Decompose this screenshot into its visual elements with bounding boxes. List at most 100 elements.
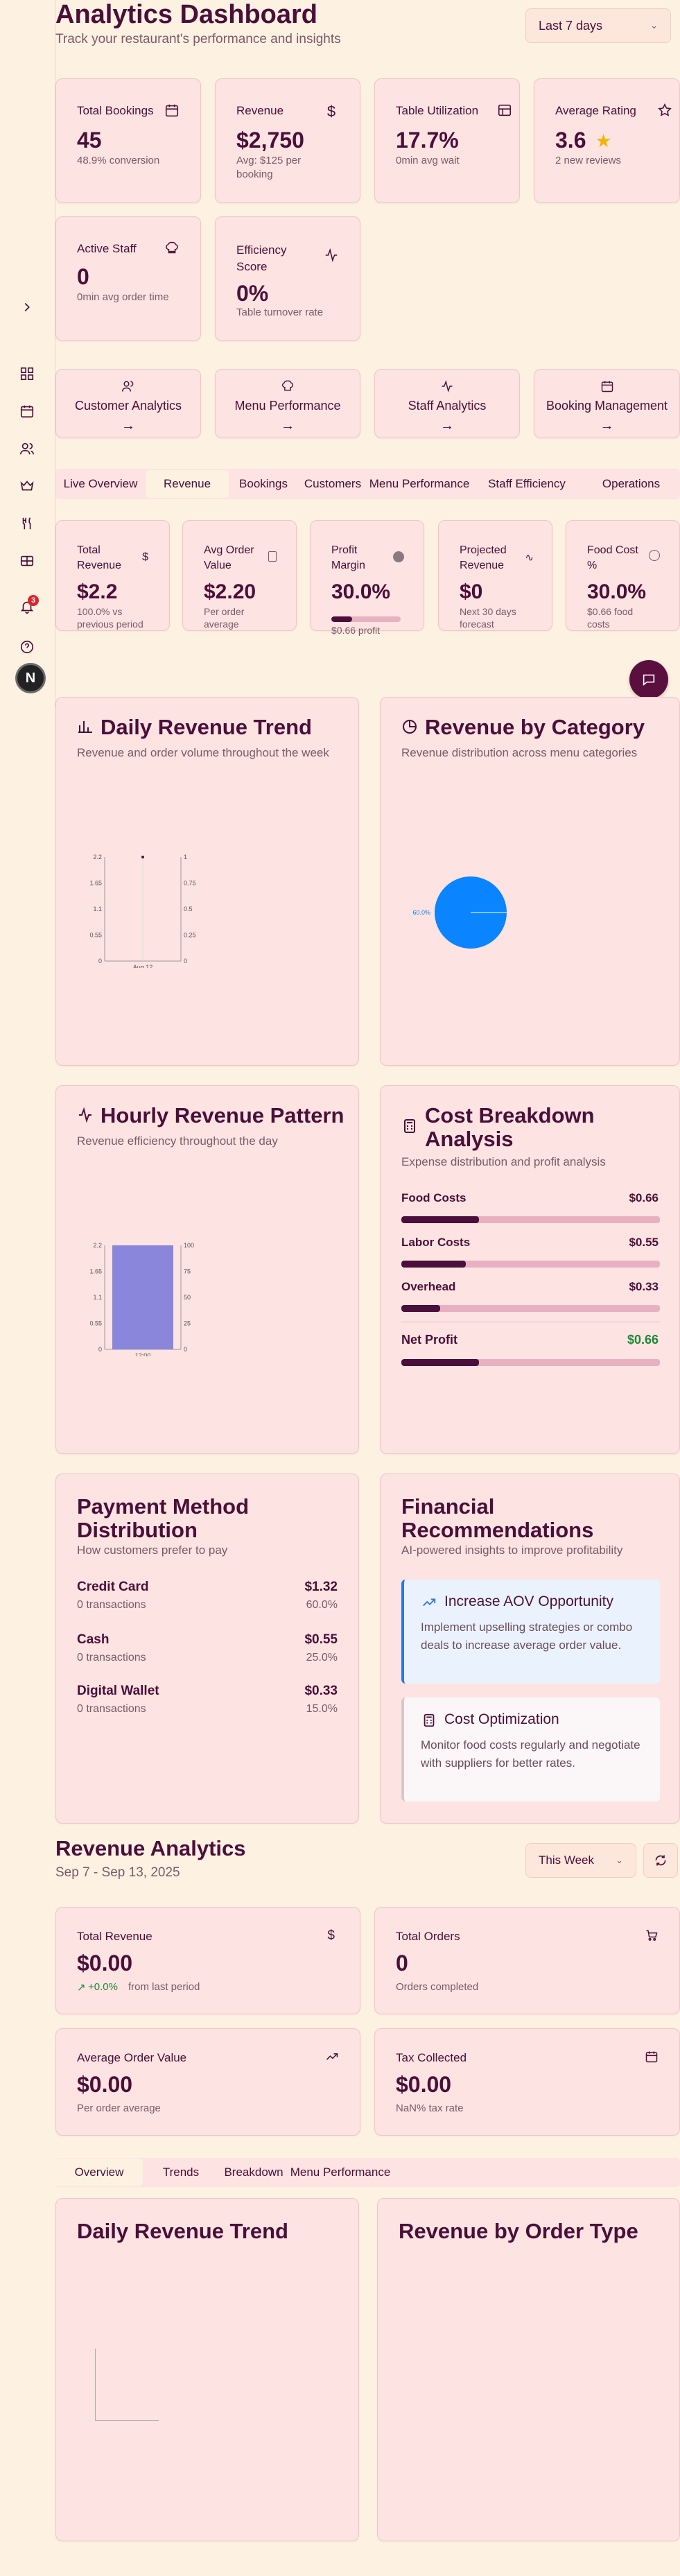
table-icon bbox=[497, 103, 512, 118]
payment-method-amount: $0.55 bbox=[304, 1632, 338, 1647]
kpi-title: Efficiency Score bbox=[236, 243, 287, 273]
utensils-icon[interactable] bbox=[18, 515, 36, 533]
target-icon bbox=[393, 551, 404, 562]
cost-row-value: $0.55 bbox=[629, 1236, 659, 1249]
tab-operations[interactable]: Operations bbox=[582, 470, 680, 498]
kpi-value: $2.20 bbox=[204, 580, 256, 603]
panel-subtitle: Revenue efficiency throughout the day bbox=[77, 1134, 278, 1148]
y-tick-left: 0.55 bbox=[89, 932, 102, 939]
tab-menu-performance-2[interactable]: Menu Performance bbox=[288, 2159, 392, 2186]
kpi-value: $0 bbox=[460, 580, 483, 603]
tab-menu-performance[interactable]: Menu Performance bbox=[367, 470, 471, 498]
table-nav-icon[interactable] bbox=[18, 552, 36, 570]
daily-revenue-chart: 0 0.55 1.1 1.65 2.2 0 0.25 0.5 0.75 1 Aug 12 bbox=[89, 854, 195, 968]
tab-overview[interactable]: Overview bbox=[55, 2159, 143, 2186]
users-nav-icon[interactable] bbox=[18, 440, 36, 458]
y-tick-right: 50 bbox=[184, 1294, 191, 1301]
tab-staff-efficiency[interactable]: Staff Efficiency bbox=[471, 470, 582, 498]
period-select[interactable]: This Week ⌄ bbox=[525, 1843, 636, 1878]
recommendation-title: Cost Optimization bbox=[444, 1711, 559, 1727]
kpi-sub: 100.0% vs previous period bbox=[77, 606, 143, 630]
payment-method-name: Credit Card bbox=[77, 1580, 149, 1594]
net-profit-bar bbox=[401, 1359, 660, 1366]
trending-up-icon bbox=[423, 1598, 436, 1607]
calculator-icon bbox=[424, 1713, 435, 1727]
panel-title: Payment Method Distribution bbox=[77, 1494, 250, 1542]
period-value: This Week bbox=[539, 1853, 594, 1867]
refresh-button[interactable] bbox=[643, 1843, 678, 1878]
trend-up-icon: ↗ bbox=[77, 1982, 86, 1994]
nav-card-label: Customer Analytics bbox=[74, 399, 182, 413]
kpi-title: Food Cost % bbox=[587, 544, 638, 571]
crown-icon[interactable] bbox=[18, 477, 36, 495]
daily-revenue-trend-panel: Daily Revenue Trend Revenue and order vo… bbox=[55, 697, 359, 1066]
notification-badge: 3 bbox=[28, 595, 39, 606]
nav-staff-analytics[interactable]: Staff Analytics → bbox=[374, 369, 520, 438]
star-filled-icon: ★ bbox=[595, 130, 612, 151]
star-outline-icon bbox=[657, 103, 672, 118]
calendar-nav-icon[interactable] bbox=[18, 402, 36, 420]
payment-method-pct: 25.0% bbox=[306, 1652, 338, 1663]
kpi-value: 17.7% bbox=[396, 128, 459, 153]
help-icon[interactable] bbox=[18, 638, 36, 656]
avatar[interactable]: N bbox=[15, 663, 46, 693]
nav-booking-management[interactable]: Booking Management → bbox=[534, 369, 680, 438]
panel-title: Financial Recommendations bbox=[401, 1494, 594, 1542]
activity-icon bbox=[79, 1107, 91, 1123]
nav-menu-performance[interactable]: Menu Performance → bbox=[215, 369, 360, 438]
panel-title: Daily Revenue Trend bbox=[101, 715, 312, 739]
kpi-sub: Table turnover rate bbox=[236, 306, 324, 318]
activity-icon bbox=[375, 379, 519, 393]
kpi-title: Active Staff bbox=[77, 242, 137, 255]
kpi-value: 45 bbox=[77, 128, 102, 153]
recommendation-body: Monitor food costs regularly and negotia… bbox=[421, 1738, 640, 1770]
arrow-right-icon: → bbox=[600, 418, 614, 433]
bell-icon[interactable]: 3 bbox=[18, 595, 39, 616]
kpi-title: Revenue bbox=[236, 104, 284, 117]
tab-customers[interactable]: Customers bbox=[298, 470, 367, 498]
clock-icon bbox=[649, 550, 660, 561]
date-range-select[interactable]: Last 7 days ⌄ bbox=[525, 8, 671, 43]
bar-chart-icon bbox=[78, 721, 92, 733]
calendar-icon bbox=[645, 2051, 658, 2063]
kpi-value: $2.2 bbox=[77, 580, 118, 603]
left-sidebar: 3 N bbox=[0, 0, 55, 707]
chef-hat-icon bbox=[164, 241, 180, 256]
card-sub: from last period bbox=[128, 1981, 200, 1993]
tab-live-overview[interactable]: Live Overview bbox=[55, 470, 146, 498]
dollar-icon: $ bbox=[327, 1928, 335, 1943]
kpi-value: 0% bbox=[236, 281, 269, 306]
panel-subtitle: How customers prefer to pay bbox=[77, 1544, 228, 1557]
data-point bbox=[141, 856, 144, 858]
dashboard-icon[interactable] bbox=[18, 365, 36, 383]
ra-daily-revenue-panel: Daily Revenue Trend bbox=[55, 2198, 359, 2541]
panel-title: Revenue by Order Type bbox=[399, 2219, 638, 2243]
empty-chart-axes bbox=[95, 2349, 159, 2421]
card-value: 0 bbox=[396, 1951, 408, 1976]
tab-breakdown[interactable]: Breakdown bbox=[219, 2159, 288, 2186]
calculator-icon bbox=[404, 1119, 415, 1133]
tab-trends[interactable]: Trends bbox=[143, 2159, 219, 2186]
recommendation-cost: Cost Optimization Monitor food costs reg… bbox=[401, 1697, 660, 1801]
panel-title: Hourly Revenue Pattern bbox=[101, 1103, 345, 1127]
nav-customer-analytics[interactable]: Customer Analytics → bbox=[55, 369, 201, 438]
tab-revenue[interactable]: Revenue bbox=[146, 470, 229, 498]
rev-kpi-avg-order-value: Avg Order Value $2.20 Per order average bbox=[182, 520, 297, 631]
payment-method-pct: 60.0% bbox=[306, 1599, 338, 1611]
kpi-value: 3.6 bbox=[555, 128, 586, 153]
card-title: Total Orders bbox=[396, 1930, 460, 1943]
expand-chevron-icon[interactable] bbox=[18, 298, 36, 316]
kpi-sub: Per order average bbox=[204, 606, 245, 630]
panel-title: Revenue by Category bbox=[425, 715, 645, 739]
hourly-revenue-chart: 0 0.55 1.1 1.65 2.2 0 25 50 75 100 12:00 bbox=[89, 1242, 194, 1356]
kpi-table-utilization: Table Utilization 17.7% 0min avg wait bbox=[374, 78, 520, 203]
kpi-value: $2,750 bbox=[236, 128, 304, 153]
chat-button[interactable] bbox=[629, 660, 668, 699]
rev-kpi-projected-revenue: Projected Revenue ∿ $0 Next 30 days fore… bbox=[438, 520, 552, 631]
panel-subtitle: Expense distribution and profit analysis bbox=[401, 1155, 606, 1168]
calendar-icon bbox=[534, 379, 679, 393]
tab-bookings[interactable]: Bookings bbox=[229, 470, 298, 498]
ra-card-avg-order-value: Average Order Value $0.00 Per order aver… bbox=[55, 2028, 360, 2136]
cost-row-bar bbox=[401, 1216, 660, 1223]
cost-row-value: $0.66 bbox=[629, 1191, 659, 1204]
